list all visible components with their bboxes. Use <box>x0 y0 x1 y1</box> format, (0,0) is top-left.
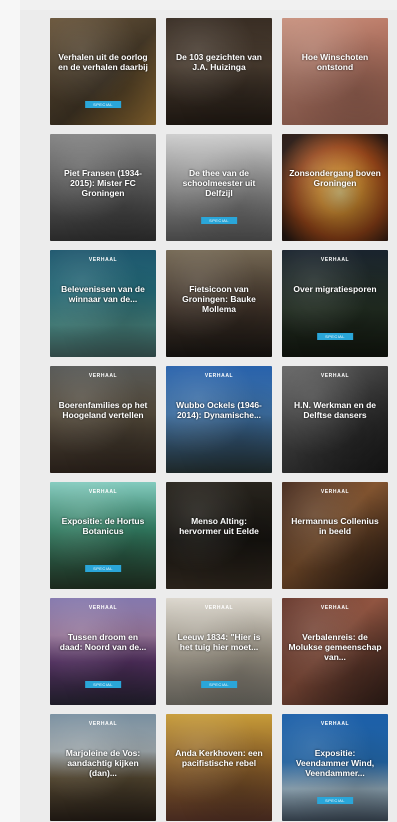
left-sidebar <box>0 0 20 822</box>
card-tag: VERHAAL <box>320 489 350 495</box>
story-card[interactable]: VERHAAL Marjoleine de Vos: aandachtig kij… <box>50 714 156 821</box>
card-title: Expositie: Veendammer Wind, Veendammer..… <box>295 748 375 778</box>
story-card[interactable]: VERHAAL Wubbo Ockels (1946-2014): Dynamis… <box>166 366 272 473</box>
story-card[interactable]: VERHAAL Tussen droom en daad: Noord van d… <box>50 598 156 705</box>
story-card[interactable]: VERHAAL Expositie: de Hortus Botanicus SPE… <box>50 482 156 589</box>
special-badge: SPECIAL <box>317 333 353 340</box>
card-title: Belevenissen van de winnaar van de... <box>61 284 145 304</box>
card-title: Zonsondergang boven Groningen <box>289 168 381 188</box>
card-tag: VERHAAL <box>320 373 350 379</box>
story-card[interactable]: Anda Kerkhoven: een pacifistische rebel <box>166 714 272 821</box>
card-title: Tussen droom en daad: Noord van de... <box>59 632 147 652</box>
story-card[interactable]: VERHAAL Leeuw 1834: "Hier is het tuig hie… <box>166 598 272 705</box>
card-tag: VERHAAL <box>204 605 234 611</box>
card-tag: VERHAAL <box>320 257 350 263</box>
special-badge: SPECIAL <box>85 565 121 572</box>
card-tag: VERHAAL <box>320 605 350 611</box>
story-card[interactable]: VERHAAL Verbalenreis: de Molukse gemeensc… <box>282 598 388 705</box>
card-tag: VERHAAL <box>320 721 350 727</box>
card-image <box>282 250 388 357</box>
story-card[interactable]: Verhalen uit de oorlog en de verhalen da… <box>50 18 156 125</box>
special-badge: SPECIAL <box>201 217 237 224</box>
story-card[interactable]: Piet Fransen (1934-2015): Mister FC Gron… <box>50 134 156 241</box>
story-card[interactable]: Hoe Winschoten ontstond <box>282 18 388 125</box>
story-card[interactable]: Menso Alting: hervormer uit Eelde <box>166 482 272 589</box>
story-card[interactable]: De thee van de schoolmeester uit Delfzij… <box>166 134 272 241</box>
card-title: Verbalenreis: de Molukse gemeenschap van… <box>288 632 382 662</box>
card-tag: VERHAAL <box>88 489 118 495</box>
special-badge: SPECIAL <box>85 681 121 688</box>
special-badge: SPECIAL <box>201 681 237 688</box>
card-title: Expositie: de Hortus Botanicus <box>61 516 145 536</box>
story-card[interactable]: Fietsicoon van Groningen: Bauke Mollema <box>166 250 272 357</box>
card-title: Leeuw 1834: "Hier is het tuig hier moet.… <box>177 632 261 652</box>
special-badge: SPECIAL <box>317 797 353 804</box>
card-title: De 103 gezichten van J.A. Huizinga <box>176 52 262 72</box>
story-card[interactable]: VERHAAL Expositie: Veendammer Wind, Veend… <box>282 714 388 821</box>
card-title: Fietsicoon van Groningen: Bauke Mollema <box>182 284 256 314</box>
card-title: Over migratiesporen <box>293 284 377 294</box>
story-card[interactable]: VERHAAL Hermannus Collenius in beeld <box>282 482 388 589</box>
story-card[interactable]: VERHAAL H.N. Werkman en de Delftse danser… <box>282 366 388 473</box>
card-title: Menso Alting: hervormer uit Eelde <box>179 516 259 536</box>
story-card[interactable]: Zonsondergang boven Groningen <box>282 134 388 241</box>
card-title: Piet Fransen (1934-2015): Mister FC Gron… <box>64 168 142 198</box>
story-card[interactable]: De 103 gezichten van J.A. Huizinga <box>166 18 272 125</box>
special-badge: SPECIAL <box>85 101 121 108</box>
card-title: Verhalen uit de oorlog en de verhalen da… <box>58 52 148 72</box>
card-title: Hermannus Collenius in beeld <box>291 516 379 536</box>
card-title: Boerenfamilies op het Hoogeland vertelle… <box>58 400 148 420</box>
card-title: Anda Kerkhoven: een pacifistische rebel <box>175 748 263 768</box>
card-tag: VERHAAL <box>88 605 118 611</box>
card-title: Hoe Winschoten ontstond <box>301 52 369 72</box>
card-tag: VERHAAL <box>88 721 118 727</box>
story-card[interactable]: VERHAAL Belevenissen van de winnaar van d… <box>50 250 156 357</box>
card-tag: VERHAAL <box>88 373 118 379</box>
card-tag: VERHAAL <box>88 257 118 263</box>
card-title: Wubbo Ockels (1946-2014): Dynamische... <box>176 400 262 420</box>
card-title: De thee van de schoolmeester uit Delfzij… <box>182 168 256 198</box>
story-card-grid: Verhalen uit de oorlog en de verhalen da… <box>50 18 389 821</box>
story-card[interactable]: VERHAAL Boerenfamilies op het Hoogeland v… <box>50 366 156 473</box>
story-card[interactable]: VERHAAL Over migratiesporen SPECIAL <box>282 250 388 357</box>
card-title: Marjoleine de Vos: aandachtig kijken (da… <box>65 748 141 778</box>
card-tag: VERHAAL <box>204 373 234 379</box>
card-title: H.N. Werkman en de Delftse dansers <box>293 400 377 420</box>
page: Verhalen uit de oorlog en de verhalen da… <box>0 0 397 822</box>
